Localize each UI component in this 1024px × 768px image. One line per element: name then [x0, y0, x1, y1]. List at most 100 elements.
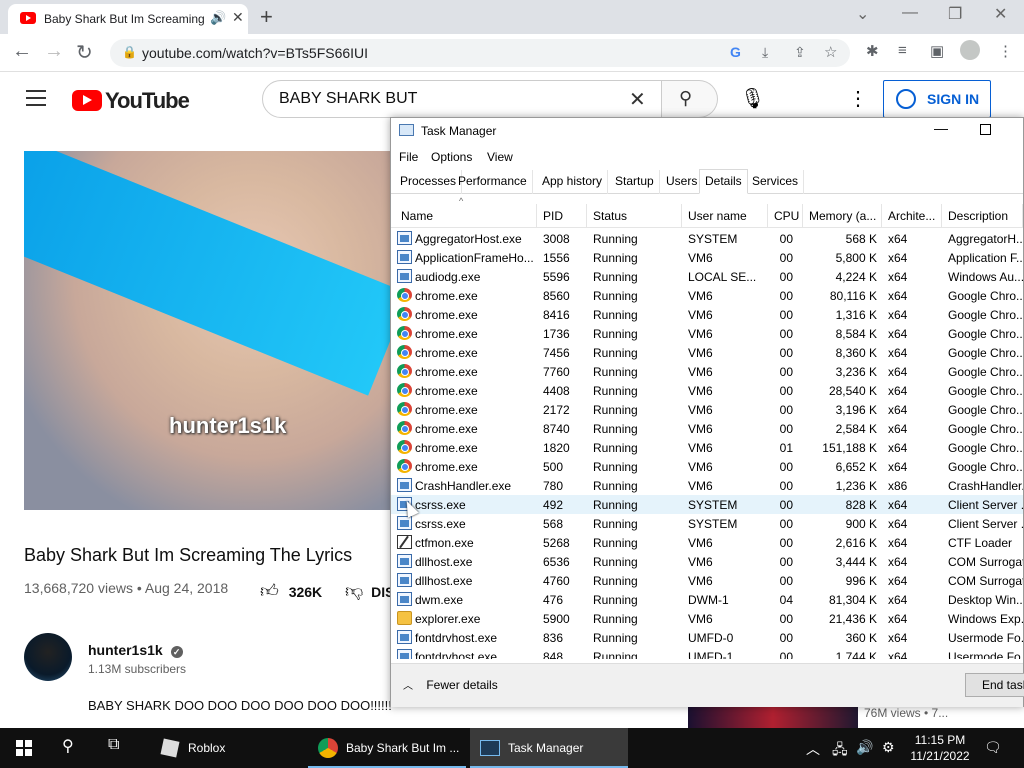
- cell-name: fontdrvhost.exe: [415, 650, 498, 659]
- table-row[interactable]: dwm.exe 476 Running DWM-1 04 81,304 K x64 Deskt…: [391, 590, 1023, 609]
- table-row[interactable]: csrss.exe 568 Running SYSTEM 00 900 K x64 Clien…: [391, 514, 1023, 533]
- reload-button[interactable]: ↻: [76, 40, 93, 65]
- search-button[interactable]: ⚲: [662, 80, 718, 118]
- table-row[interactable]: chrome.exe 8740 Running VM6 00 2,584 K x64 Goog…: [391, 419, 1023, 438]
- chevron-down-icon[interactable]: ⌄: [856, 4, 869, 24]
- column-status[interactable]: Status: [587, 204, 682, 228]
- google-icon[interactable]: G: [730, 44, 741, 60]
- column-pid[interactable]: PID: [537, 204, 587, 228]
- windows-start-icon[interactable]: [16, 740, 32, 756]
- tab-close-icon[interactable]: ✕: [232, 9, 244, 26]
- clear-search-icon[interactable]: ✕: [629, 87, 646, 112]
- end-task-button[interactable]: End task: [965, 673, 1024, 697]
- settings-gear-icon[interactable]: ⚙: [882, 739, 895, 756]
- minimize-button[interactable]: —: [934, 120, 948, 136]
- column-user-name[interactable]: User name: [682, 204, 768, 228]
- chrome-menu-icon[interactable]: ⋮: [998, 42, 1013, 60]
- back-button[interactable]: ←: [12, 40, 32, 63]
- microphone-icon[interactable]: 🎙: [740, 86, 765, 111]
- menu-options[interactable]: Options: [431, 150, 472, 164]
- tab-services[interactable]: Services: [747, 170, 805, 194]
- volume-icon[interactable]: 🔊: [856, 739, 873, 756]
- network-icon[interactable]: 🖧: [832, 739, 848, 763]
- browser-tab[interactable]: Baby Shark But Im Screaming The Lyrics 🔊…: [8, 4, 248, 34]
- address-bar[interactable]: 🔒 youtube.com/watch?v=BTs5FS66IUI G ⤓ ⇪ …: [110, 39, 850, 67]
- close-window-button[interactable]: ✕: [994, 4, 1007, 24]
- cell-status: Running: [593, 574, 638, 588]
- taskbar-clock[interactable]: 11:15 PM 11/21/2022: [908, 732, 972, 764]
- table-row[interactable]: chrome.exe 1820 Running VM6 01 151,188 K x64 Go…: [391, 438, 1023, 457]
- table-row[interactable]: AggregatorHost.exe 3008 Running SYSTEM 00 568…: [391, 229, 1023, 248]
- menu-view[interactable]: View: [487, 150, 513, 164]
- cell-desc: Google Chro...: [948, 403, 1023, 417]
- more-options-icon[interactable]: ⋮: [848, 86, 868, 111]
- bookmark-star-icon[interactable]: ☆: [824, 43, 837, 61]
- channel-avatar[interactable]: [24, 633, 72, 681]
- side-panel-icon[interactable]: ▣: [930, 42, 944, 60]
- share-icon[interactable]: ⇪: [794, 44, 806, 61]
- tab-users[interactable]: Users: [661, 170, 704, 194]
- like-button[interactable]: 👍︎ 326K: [260, 580, 322, 602]
- cell-desc: Google Chro...: [948, 327, 1023, 341]
- table-row[interactable]: chrome.exe 1736 Running VM6 00 8,584 K x64 Goog…: [391, 324, 1023, 343]
- table-row[interactable]: csrss.exe 492 Running SYSTEM 00 828 K x64 Clien…: [391, 495, 1023, 514]
- notifications-icon[interactable]: 🗨: [984, 739, 1002, 756]
- menu-file[interactable]: File: [399, 150, 418, 164]
- table-row[interactable]: ctfmon.exe 5268 Running VM6 00 2,616 K x64 CTF …: [391, 533, 1023, 552]
- new-tab-button[interactable]: +: [260, 4, 273, 30]
- hamburger-menu-icon[interactable]: [26, 90, 46, 106]
- video-player[interactable]: hunter1s1k: [24, 151, 404, 510]
- cell-status: Running: [593, 327, 638, 341]
- table-row[interactable]: chrome.exe 500 Running VM6 00 6,652 K x64 Googl…: [391, 457, 1023, 476]
- table-row[interactable]: fontdrvhost.exe 836 Running UMFD-0 00 360 K x6…: [391, 628, 1023, 647]
- channel-name[interactable]: hunter1s1k ✓: [88, 642, 183, 658]
- tab-startup[interactable]: Startup: [610, 170, 660, 194]
- task-view-icon[interactable]: ⧉: [108, 736, 119, 754]
- taskbar-app-task-manager[interactable]: Task Manager: [470, 728, 628, 768]
- minimize-button[interactable]: —: [902, 4, 918, 22]
- table-row[interactable]: chrome.exe 2172 Running VM6 00 3,196 K x64 Goog…: [391, 400, 1023, 419]
- install-icon[interactable]: ⤓: [762, 44, 768, 61]
- table-row[interactable]: CrashHandler.exe 780 Running VM6 00 1,236 K x8…: [391, 476, 1023, 495]
- table-row[interactable]: dllhost.exe 6536 Running VM6 00 3,444 K x64 COM…: [391, 552, 1023, 571]
- column-name[interactable]: Name: [395, 204, 537, 228]
- extensions-icon[interactable]: ✱: [866, 42, 879, 60]
- media-controls-icon[interactable]: ≡: [898, 42, 907, 59]
- sign-in-button[interactable]: SIGN IN: [883, 80, 991, 118]
- forward-button[interactable]: →: [44, 40, 64, 63]
- column-cpu[interactable]: CPU: [768, 204, 803, 228]
- profile-avatar-icon[interactable]: [960, 40, 980, 60]
- chevron-up-icon[interactable]: ︿: [806, 739, 820, 759]
- taskbar-app-chrome[interactable]: Baby Shark But Im ...: [308, 728, 466, 768]
- dislike-button[interactable]: 👎︎ DIS: [345, 580, 395, 602]
- cell-desc: CrashHandler...: [948, 479, 1023, 493]
- cell-mem: 1,744 K: [835, 650, 877, 659]
- tab-app-history[interactable]: App history: [537, 170, 609, 194]
- table-row[interactable]: dllhost.exe 4760 Running VM6 00 996 K x64 COM S…: [391, 571, 1023, 590]
- related-video-thumbnail[interactable]: [688, 706, 858, 728]
- fewer-details-button[interactable]: ︿ Fewer details: [403, 677, 498, 692]
- table-row[interactable]: ApplicationFrameHo... 1556 Running VM6 00 5,8…: [391, 248, 1023, 267]
- cell-mem: 568 K: [845, 232, 877, 246]
- taskbar-app-roblox[interactable]: Roblox: [150, 728, 300, 768]
- column-memory[interactable]: Memory (a...: [803, 204, 882, 228]
- table-row[interactable]: audiodg.exe 5596 Running LOCAL SE... 00 4,224…: [391, 267, 1023, 286]
- table-row[interactable]: chrome.exe 8416 Running VM6 00 1,316 K x64 Goog…: [391, 305, 1023, 324]
- maximize-button[interactable]: [980, 124, 991, 135]
- search-input[interactable]: BABY SHARK BUT ✕: [262, 80, 662, 118]
- table-row[interactable]: explorer.exe 5900 Running VM6 00 21,436 K x64 W…: [391, 609, 1023, 628]
- table-row[interactable]: chrome.exe 7456 Running VM6 00 8,360 K x64 Goog…: [391, 343, 1023, 362]
- search-icon[interactable]: ⚲: [62, 736, 74, 756]
- speaker-icon[interactable]: 🔊: [210, 10, 226, 26]
- column-architecture[interactable]: Archite...: [882, 204, 942, 228]
- table-row[interactable]: fontdrvhost.exe 848 Running UMFD-1 00 1,744 K…: [391, 647, 1023, 659]
- tab-performance[interactable]: Performance: [453, 170, 533, 194]
- table-row[interactable]: chrome.exe 8560 Running VM6 00 80,116 K x64 Goo…: [391, 286, 1023, 305]
- cell-name: fontdrvhost.exe: [415, 631, 498, 645]
- table-row[interactable]: chrome.exe 7760 Running VM6 00 3,236 K x64 Goog…: [391, 362, 1023, 381]
- tab-details[interactable]: Details: [699, 169, 748, 194]
- column-description[interactable]: Description: [942, 204, 1023, 228]
- table-row[interactable]: chrome.exe 4408 Running VM6 00 28,540 K x64 Goo…: [391, 381, 1023, 400]
- tab-processes[interactable]: Processes: [395, 170, 463, 194]
- restore-button[interactable]: ❐: [948, 4, 962, 24]
